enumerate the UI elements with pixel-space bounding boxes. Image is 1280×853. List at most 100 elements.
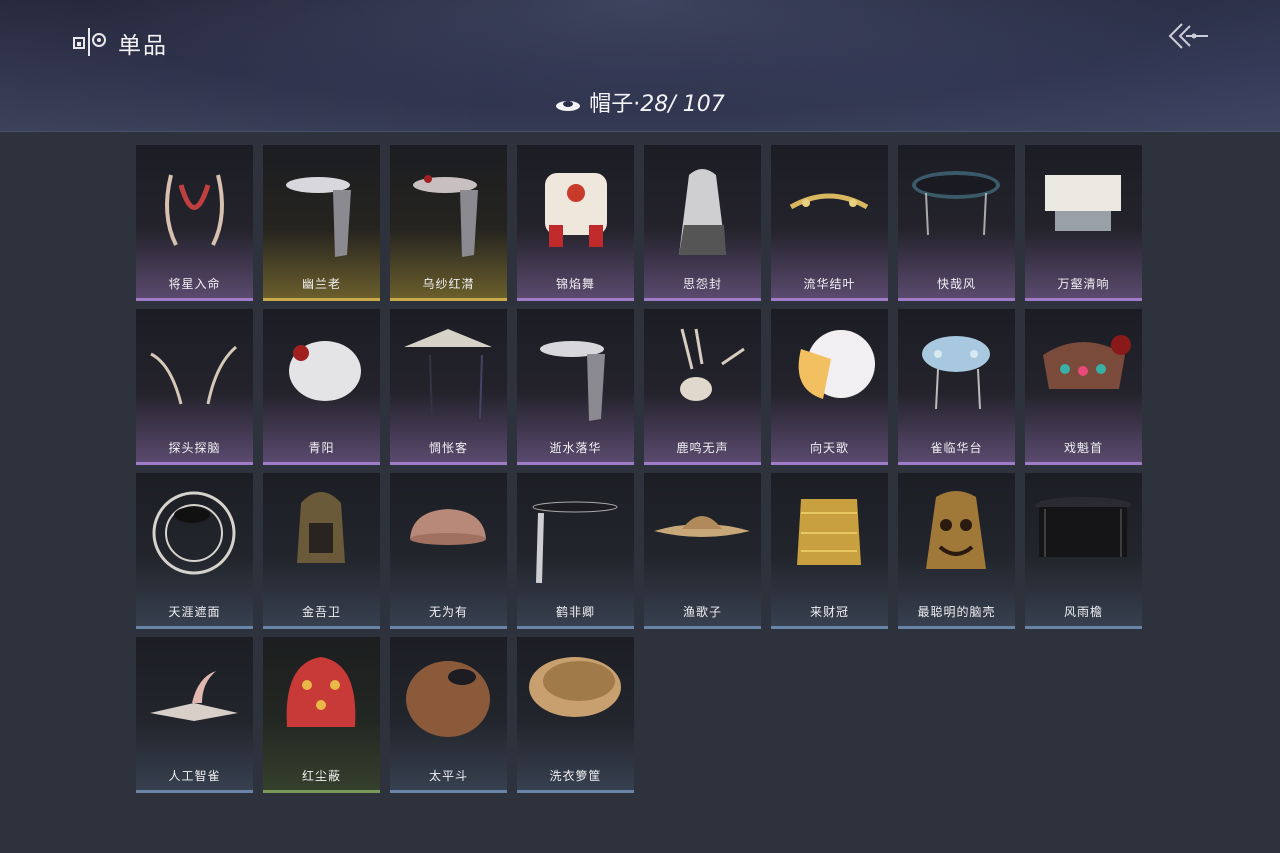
bird-hat-icon <box>150 671 238 721</box>
hat-card[interactable]: 万壑清响 <box>1025 145 1142 301</box>
hat-card-label: 人工智雀 <box>168 769 221 783</box>
hat-card-label: 乌纱红潸 <box>422 277 475 291</box>
round-frame-hat-icon <box>152 491 236 575</box>
hat-card-label: 锦焰舞 <box>555 277 595 291</box>
hat-card[interactable]: 雀临华台 <box>898 309 1015 465</box>
helmet-icon <box>297 492 345 563</box>
hat-card[interactable]: 最聪明的脑壳 <box>898 473 1015 629</box>
hat-card-label: 雀临华台 <box>930 441 983 455</box>
hat-card-label: 洗衣箩筐 <box>549 769 602 783</box>
hat-card-label: 无为有 <box>428 605 468 619</box>
hat-art <box>898 473 1015 595</box>
hat-card-label: 天涯遮面 <box>168 605 221 619</box>
hat-card-label: 青阳 <box>308 441 335 455</box>
hat-card-label: 探头探脑 <box>168 441 221 455</box>
hat-art <box>136 473 253 595</box>
hat-card-label: 惆怅客 <box>428 441 468 455</box>
hat-card[interactable]: 快哉风 <box>898 145 1015 301</box>
hat-card-label: 最聪明的脑壳 <box>917 605 996 619</box>
deer-skull-icon <box>680 328 745 401</box>
hat-card[interactable]: 风雨檐 <box>1025 473 1142 629</box>
white-cap-icon <box>289 341 361 401</box>
hat-card-label: 逝水落华 <box>549 441 602 455</box>
hat-card[interactable]: 洗衣箩筐 <box>517 637 634 793</box>
veiled-hat-red-icon <box>413 175 478 257</box>
hat-art <box>1025 309 1142 431</box>
hat-card[interactable]: 思怨封 <box>644 145 761 301</box>
hat-art <box>390 145 507 267</box>
hat-art <box>644 145 761 267</box>
hat-art <box>771 309 888 431</box>
hat-card-label: 思怨封 <box>682 277 722 291</box>
hat-card[interactable]: 太平斗 <box>390 637 507 793</box>
hat-card[interactable]: 来财冠 <box>771 473 888 629</box>
square-crown-icon <box>1045 175 1121 231</box>
hat-card[interactable]: 向天歌 <box>771 309 888 465</box>
hat-card[interactable]: 乌纱红潸 <box>390 145 507 301</box>
hat-card-label: 太平斗 <box>428 769 468 783</box>
hat-art <box>263 309 380 431</box>
hat-card[interactable]: 天涯遮面 <box>136 473 253 629</box>
antler-horns-icon <box>165 174 224 246</box>
hat-card-label: 风雨檐 <box>1063 605 1103 619</box>
hat-art <box>1025 145 1142 267</box>
hat-art <box>517 309 634 431</box>
hat-art <box>898 145 1015 267</box>
feather-pair-icon <box>150 345 237 405</box>
hat-art <box>136 309 253 431</box>
duck-hood-icon <box>798 330 875 399</box>
hat-card[interactable]: 探头探脑 <box>136 309 253 465</box>
bell-mask-icon <box>926 491 986 569</box>
hat-card-label: 将星入命 <box>168 277 221 291</box>
hat-card[interactable]: 戏魁首 <box>1025 309 1142 465</box>
hat-card-label: 渔歌子 <box>682 605 722 619</box>
hat-card-label: 幽兰老 <box>301 277 341 291</box>
wardrobe-icon <box>73 28 106 56</box>
total-count: / 107 <box>668 92 725 117</box>
hat-card[interactable]: 鹿鸣无声 <box>644 309 761 465</box>
hat-card[interactable]: 逝水落华 <box>517 309 634 465</box>
hat-card-label: 鹿鸣无声 <box>676 441 729 455</box>
hat-card[interactable]: 鹤非卿 <box>517 473 634 629</box>
hat-card[interactable]: 惆怅客 <box>390 309 507 465</box>
hat-card[interactable]: 将星入命 <box>136 145 253 301</box>
hat-card-label: 来财冠 <box>809 605 849 619</box>
page-title: 单品 <box>118 33 168 59</box>
back-arrow-icon[interactable] <box>1164 18 1212 54</box>
veiled-hat-icon <box>286 177 351 257</box>
hat-art <box>771 473 888 595</box>
woven-bowl-icon <box>529 657 621 717</box>
hat-art <box>390 473 507 595</box>
hat-card-label: 向天歌 <box>809 441 849 455</box>
hat-card[interactable]: 青阳 <box>263 309 380 465</box>
hooded-cloak-icon <box>679 169 726 255</box>
wide-brim-hat-icon <box>912 171 1000 236</box>
hat-grid: 将星入命 幽兰老 乌纱红潸 锦焰舞 思怨封 流华结叶 快哉风 万壑清响探头探脑 青阳 惆怅客 逝水落… <box>136 145 1142 793</box>
hat-card[interactable]: 红尘蔽 <box>263 637 380 793</box>
hat-card-label: 快哉风 <box>936 277 976 291</box>
hat-category-icon <box>556 101 581 111</box>
hat-card[interactable]: 金吾卫 <box>263 473 380 629</box>
phoenix-crown-icon <box>922 336 990 410</box>
hat-card[interactable]: 流华结叶 <box>771 145 888 301</box>
hat-art <box>517 473 634 595</box>
hat-art <box>390 309 507 431</box>
hat-card[interactable]: 人工智雀 <box>136 637 253 793</box>
hat-art <box>771 145 888 267</box>
hat-art <box>644 309 761 431</box>
lion-dance-head-icon <box>545 173 607 247</box>
hat-card[interactable]: 无为有 <box>390 473 507 629</box>
hat-card-label: 红尘蔽 <box>301 769 341 783</box>
hat-card-label: 金吾卫 <box>301 605 341 619</box>
bowl-hat-icon <box>410 509 486 545</box>
hat-card-label: 鹤非卿 <box>555 605 595 619</box>
hat-card-label: 戏魁首 <box>1063 441 1103 455</box>
hat-art <box>644 473 761 595</box>
hat-art <box>517 637 634 759</box>
hat-card[interactable]: 渔歌子 <box>644 473 761 629</box>
hat-card[interactable]: 幽兰老 <box>263 145 380 301</box>
hat-card-label: 万壑清响 <box>1057 277 1110 291</box>
hat-card[interactable]: 锦焰舞 <box>517 145 634 301</box>
hat-art <box>390 637 507 759</box>
hat-art <box>263 473 380 595</box>
